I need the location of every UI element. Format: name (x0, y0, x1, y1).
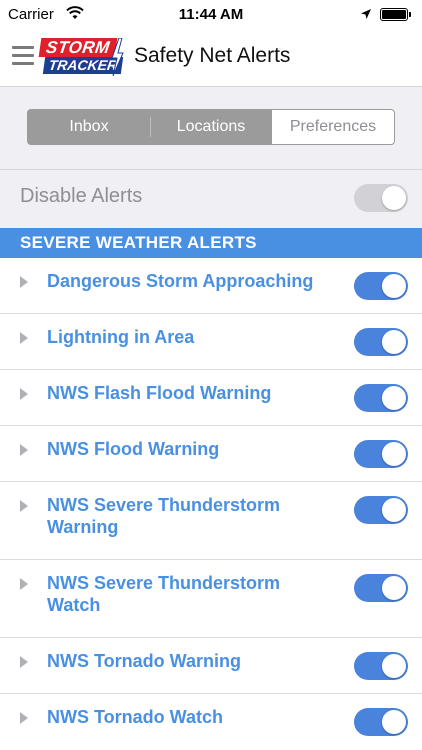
disclosure-arrow-icon[interactable] (20, 332, 28, 344)
tab-inbox[interactable]: Inbox (28, 110, 150, 144)
disclosure-arrow-icon[interactable] (20, 276, 28, 288)
alert-row[interactable]: NWS Tornado Watch (0, 694, 422, 750)
toggle-knob (382, 386, 406, 410)
tab-locations[interactable]: Locations (150, 110, 272, 144)
toggle-knob (382, 654, 406, 678)
battery-icon (380, 8, 411, 21)
disable-alerts-label: Disable Alerts (20, 185, 143, 207)
toggle-knob (382, 186, 406, 210)
disclosure-arrow-icon[interactable] (20, 578, 28, 590)
alert-label: NWS Flood Warning (47, 439, 220, 459)
location-arrow-icon (360, 7, 372, 25)
alert-toggle[interactable] (354, 574, 408, 602)
alert-label: NWS Flash Flood Warning (47, 383, 272, 403)
toggle-knob (382, 442, 406, 466)
alert-toggle[interactable] (354, 272, 408, 300)
alert-label: NWS Tornado Warning (47, 651, 241, 671)
disclosure-arrow-icon[interactable] (20, 712, 28, 724)
status-time: 11:44 AM (178, 6, 244, 23)
toggle-knob (382, 274, 406, 298)
alert-toggle[interactable] (354, 440, 408, 468)
battery-fill (382, 10, 406, 19)
alert-row[interactable]: Dangerous Storm Approaching (0, 258, 422, 314)
toggle-knob (382, 330, 406, 354)
tab-preferences[interactable]: Preferences (272, 110, 394, 144)
toggle-knob (382, 710, 406, 734)
alert-toggle[interactable] (354, 384, 408, 412)
section-title: SEVERE WEATHER ALERTS (20, 233, 257, 252)
alert-label: NWS Severe Thunderstorm Watch (47, 573, 281, 615)
storm-tracker-logo: STORM TRACKER (38, 38, 124, 76)
section-header: SEVERE WEATHER ALERTS (0, 228, 422, 258)
status-bar: Carrier 11:44 AM (0, 0, 422, 30)
alert-row[interactable]: NWS Tornado Warning (0, 638, 422, 694)
disclosure-arrow-icon[interactable] (20, 388, 28, 400)
alert-label: NWS Tornado Watch (47, 707, 223, 727)
disclosure-arrow-icon[interactable] (20, 656, 28, 668)
alert-toggle[interactable] (354, 496, 408, 524)
segmented-control: Inbox Locations Preferences (27, 109, 395, 145)
toggle-knob (382, 576, 406, 600)
lightning-bolt-icon (111, 38, 124, 76)
alert-toggle[interactable] (354, 328, 408, 356)
alert-row[interactable]: NWS Severe Thunderstorm Watch (0, 560, 422, 638)
page-title: Safety Net Alerts (134, 44, 291, 67)
alert-toggle[interactable] (354, 708, 408, 736)
alert-row[interactable]: NWS Severe Thunderstorm Warning (0, 482, 422, 560)
disable-alerts-toggle[interactable] (354, 184, 408, 212)
alert-label: Lightning in Area (47, 327, 195, 347)
disclosure-arrow-icon[interactable] (20, 500, 28, 512)
alert-toggle[interactable] (354, 652, 408, 680)
alert-label: Dangerous Storm Approaching (47, 271, 314, 291)
disclosure-arrow-icon[interactable] (20, 444, 28, 456)
alert-row[interactable]: NWS Flood Warning (0, 426, 422, 482)
nav-bar: STORM TRACKER Safety Net Alerts (0, 30, 422, 87)
alert-label: NWS Severe Thunderstorm Warning (47, 495, 281, 537)
alert-row[interactable]: Lightning in Area (0, 314, 422, 370)
logo-storm-text: STORM (38, 38, 118, 57)
hamburger-menu-icon[interactable] (12, 46, 34, 66)
toggle-knob (382, 498, 406, 522)
alert-row[interactable]: NWS Flash Flood Warning (0, 370, 422, 426)
disable-alerts-row: Disable Alerts (0, 170, 422, 227)
